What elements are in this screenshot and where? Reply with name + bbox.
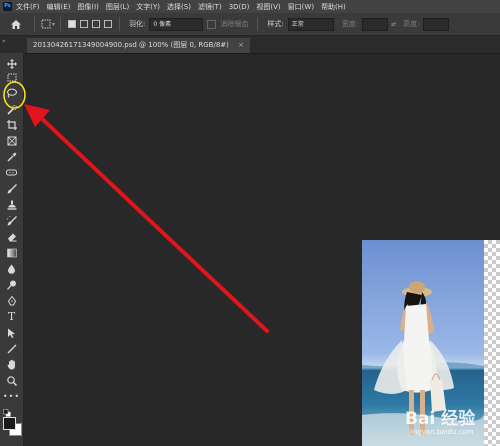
blur-tool-icon[interactable] (0, 261, 23, 276)
antialias-label: 消除锯齿 (220, 20, 249, 28)
line-tool-icon[interactable] (0, 341, 23, 356)
options-bar: ▾ 羽化: 0 像素 消除锯齿 样式: 正常 宽度: ⇄ 高度: (0, 13, 500, 36)
crop-tool-icon[interactable] (0, 117, 23, 132)
menu-3d[interactable]: 3D(D) (229, 3, 250, 11)
menu-help[interactable]: 帮助(H) (321, 2, 346, 12)
tools-panel: T ••• (0, 53, 24, 446)
menu-file[interactable]: 文件(F) (16, 2, 40, 12)
swap-dimensions-icon: ⇄ (391, 20, 397, 28)
healing-brush-tool-icon[interactable] (0, 165, 23, 180)
watermark-url: jingyan.baidu.com (409, 428, 474, 436)
style-select[interactable]: 正常 (287, 17, 334, 31)
transparent-area (484, 240, 500, 446)
marquee-tool-icon[interactable] (0, 70, 23, 85)
history-brush-tool-icon[interactable] (0, 213, 23, 228)
zoom-tool-icon[interactable] (0, 373, 23, 388)
tool-preset-chevron-icon[interactable]: ▾ (52, 21, 55, 28)
intersect-selection-icon[interactable] (104, 20, 113, 28)
add-to-selection-icon[interactable] (80, 20, 89, 28)
photoshop-logo: Ps (3, 2, 12, 11)
width-input (362, 17, 389, 31)
menu-select[interactable]: 选择(S) (167, 2, 191, 12)
document-tab-bar: » 20130426171349004900.psd @ 100% (图层 0,… (0, 36, 500, 54)
menu-type[interactable]: 文字(Y) (136, 2, 160, 12)
close-icon[interactable]: × (238, 41, 244, 49)
more-tools-icon[interactable]: ••• (0, 389, 23, 404)
document-tab-title: 20130426171349004900.psd @ 100% (图层 0, R… (33, 41, 229, 49)
height-label: 高度: (403, 20, 420, 28)
dotted-lasso-icon[interactable] (40, 18, 52, 30)
feather-input[interactable]: 0 像素 (149, 17, 204, 31)
brush-tool-icon[interactable] (0, 181, 23, 196)
new-selection-icon[interactable] (68, 20, 77, 28)
eyedropper-tool-icon[interactable] (0, 149, 23, 164)
menu-image[interactable]: 图像(I) (77, 2, 99, 12)
eraser-tool-icon[interactable] (0, 229, 23, 244)
height-input (423, 17, 450, 31)
hand-tool-icon[interactable] (0, 357, 23, 372)
move-tool-icon[interactable] (0, 56, 23, 71)
color-swatches[interactable] (3, 417, 22, 436)
menu-edit[interactable]: 编辑(E) (47, 2, 71, 12)
menu-bar: Ps 文件(F) 编辑(E) 图像(I) 图层(L) 文字(Y) 选择(S) 滤… (0, 0, 500, 13)
menu-layer[interactable]: 图层(L) (106, 2, 129, 12)
pen-tool-icon[interactable] (0, 293, 23, 308)
quick-select-tool-icon[interactable] (0, 102, 23, 117)
frame-tool-icon[interactable] (0, 133, 23, 148)
dodge-tool-icon[interactable] (0, 277, 23, 292)
lasso-tool-icon[interactable] (0, 85, 23, 100)
foreground-color-swatch[interactable] (3, 417, 16, 430)
menu-window[interactable]: 窗口(W) (288, 2, 314, 12)
menu-view[interactable]: 视图(V) (256, 2, 280, 12)
feather-label: 羽化: (129, 20, 146, 28)
menu-filter[interactable]: 滤镜(T) (198, 2, 222, 12)
subtract-selection-icon[interactable] (92, 20, 101, 28)
clone-stamp-tool-icon[interactable] (0, 197, 23, 212)
type-tool-icon[interactable]: T (0, 309, 23, 324)
watermark: Bai 经验 (405, 409, 476, 429)
width-label: 宽度: (341, 20, 359, 28)
document-tab[interactable]: 20130426171349004900.psd @ 100% (图层 0, R… (27, 38, 250, 53)
path-select-tool-icon[interactable] (0, 325, 23, 340)
style-label: 样式: (267, 20, 284, 28)
home-icon[interactable] (10, 18, 22, 30)
antialias-checkbox[interactable] (207, 19, 217, 29)
gradient-tool-icon[interactable] (0, 245, 23, 260)
collapse-toolbar-icon[interactable]: » (2, 38, 6, 45)
